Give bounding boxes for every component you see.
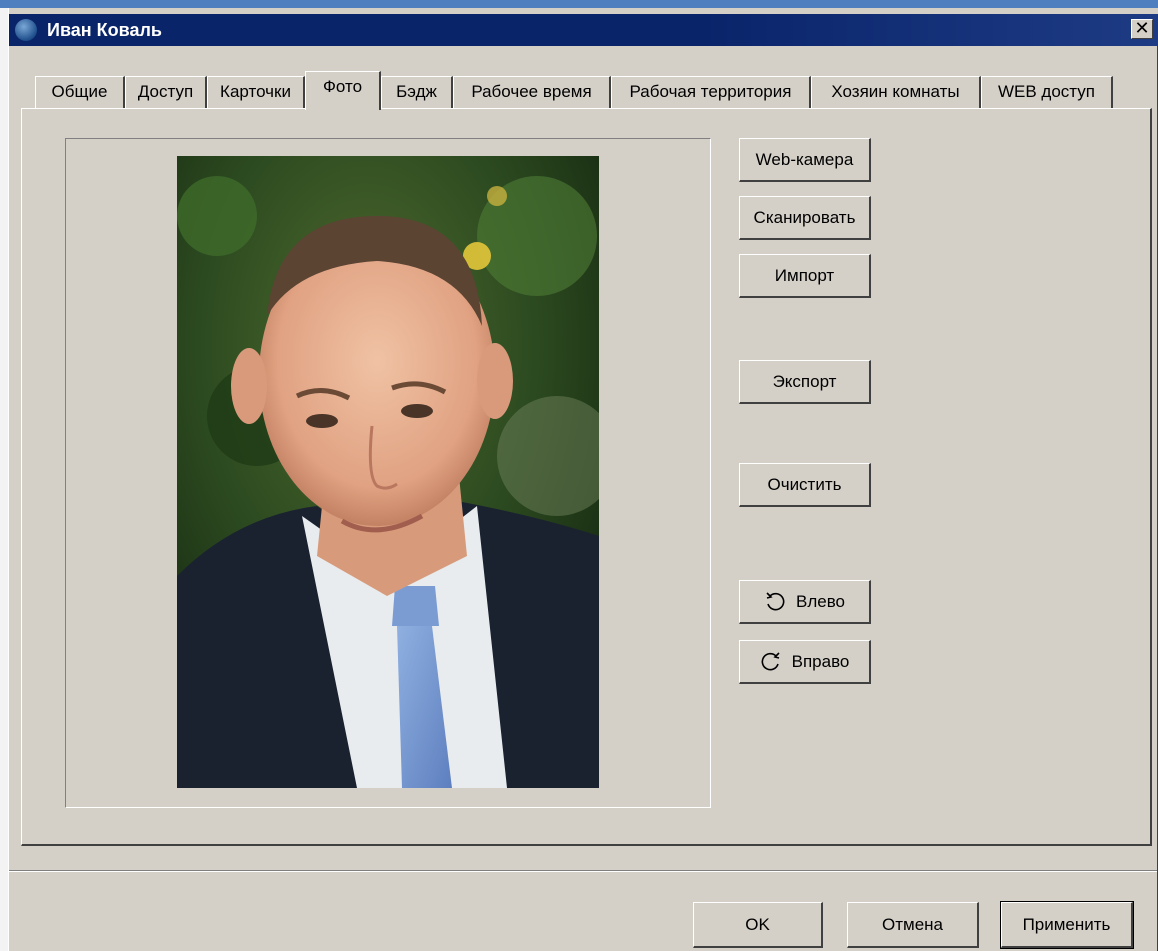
tab-general[interactable]: Общие [35, 76, 125, 108]
employee-photo [177, 156, 599, 788]
window-title: Иван Коваль [47, 20, 162, 40]
ok-button[interactable]: OK [693, 902, 823, 948]
clear-button[interactable]: Очистить [739, 463, 871, 507]
rotate-right-button[interactable]: Вправо [739, 640, 871, 684]
button-label: OK [745, 915, 770, 934]
rotate-right-icon [761, 652, 780, 671]
tab-label: Бэдж [396, 82, 437, 101]
tab-label: WEB доступ [997, 82, 1095, 101]
button-label: Вправо [791, 652, 850, 671]
button-label: Влево [795, 592, 845, 611]
footer-divider-highlight [9, 871, 1158, 872]
export-button[interactable]: Экспорт [739, 360, 871, 404]
window-frame-top [0, 0, 1158, 8]
tab-work-time[interactable]: Рабочее время [453, 76, 611, 108]
tab-badge[interactable]: Бэдж [381, 76, 453, 108]
tab-label: Рабочая территория [629, 82, 792, 101]
button-label: Отмена [882, 915, 943, 934]
employee-dialog: Иван Коваль ✕ Общие Доступ Карточки Фото… [8, 8, 1158, 951]
tab-photo[interactable]: Фото [305, 71, 381, 110]
tab-label: Карточки [220, 82, 291, 101]
apply-button[interactable]: Применить [1000, 901, 1134, 949]
title-bar[interactable]: Иван Коваль ✕ [9, 14, 1158, 46]
button-label: Сканировать [753, 208, 856, 227]
tab-label: Фото [322, 77, 363, 96]
tab-access[interactable]: Доступ [125, 76, 207, 108]
tab-work-territory[interactable]: Рабочая территория [611, 76, 811, 108]
rotate-left-button[interactable]: Влево [739, 580, 871, 624]
cancel-button[interactable]: Отмена [847, 902, 979, 948]
import-button[interactable]: Импорт [739, 254, 871, 298]
tab-label: Общие [51, 82, 108, 101]
button-label: Применить [1022, 915, 1111, 934]
button-label: Импорт [774, 266, 835, 285]
app-globe-icon [15, 19, 37, 41]
close-icon: ✕ [1134, 18, 1150, 38]
tab-web-access[interactable]: WEB доступ [981, 76, 1113, 108]
button-label: Экспорт [772, 372, 837, 391]
tab-label: Хозяин комнаты [831, 82, 960, 101]
tab-cards[interactable]: Карточки [207, 76, 305, 108]
tab-label: Доступ [137, 82, 194, 101]
rotate-left-icon [766, 592, 785, 611]
tab-room-owner[interactable]: Хозяин комнаты [811, 76, 981, 108]
button-label: Web-камера [755, 150, 854, 169]
scan-button[interactable]: Сканировать [739, 196, 871, 240]
close-button[interactable]: ✕ [1131, 19, 1153, 39]
webcam-button[interactable]: Web-камера [739, 138, 871, 182]
button-label: Очистить [767, 475, 842, 494]
tab-label: Рабочее время [471, 82, 592, 101]
